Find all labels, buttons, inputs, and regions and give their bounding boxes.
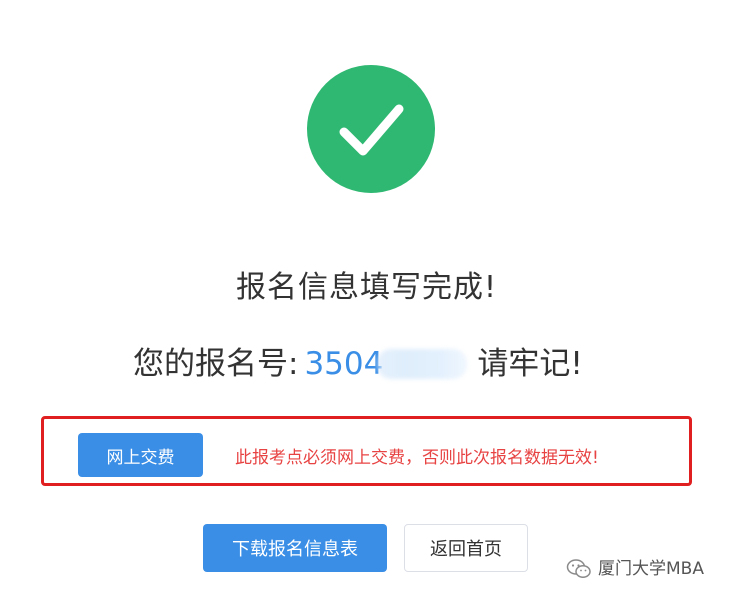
return-home-button[interactable]: 返回首页 xyxy=(404,524,528,572)
success-headline: 报名信息填写完成! xyxy=(235,270,498,305)
remember-hint: 请牢记! xyxy=(477,345,583,382)
registration-success-page: 报名信息填写完成! 您的报名号: 3504 请牢记! 网上交费 此报考点必须网上交费… xyxy=(0,0,733,603)
registration-number-value: 3504 xyxy=(304,345,384,382)
registration-number-label: 您的报名号: xyxy=(133,345,299,382)
redaction-blur xyxy=(377,348,468,379)
success-check-icon xyxy=(307,65,435,193)
registration-number-line: 您的报名号: 3504 请牢记! xyxy=(133,342,583,382)
online-payment-button[interactable]: 网上交费 xyxy=(78,433,203,477)
watermark: 厦门大学MBA xyxy=(566,556,704,582)
payment-notice-box: 网上交费 此报考点必须网上交费，否则此次报名数据无效! xyxy=(41,416,692,486)
payment-warning-text: 此报考点必须网上交费，否则此次报名数据无效! xyxy=(235,448,599,468)
watermark-text: 厦门大学MBA xyxy=(598,559,704,579)
download-registration-form-button[interactable]: 下载报名信息表 xyxy=(203,524,387,572)
wechat-icon xyxy=(566,559,591,579)
